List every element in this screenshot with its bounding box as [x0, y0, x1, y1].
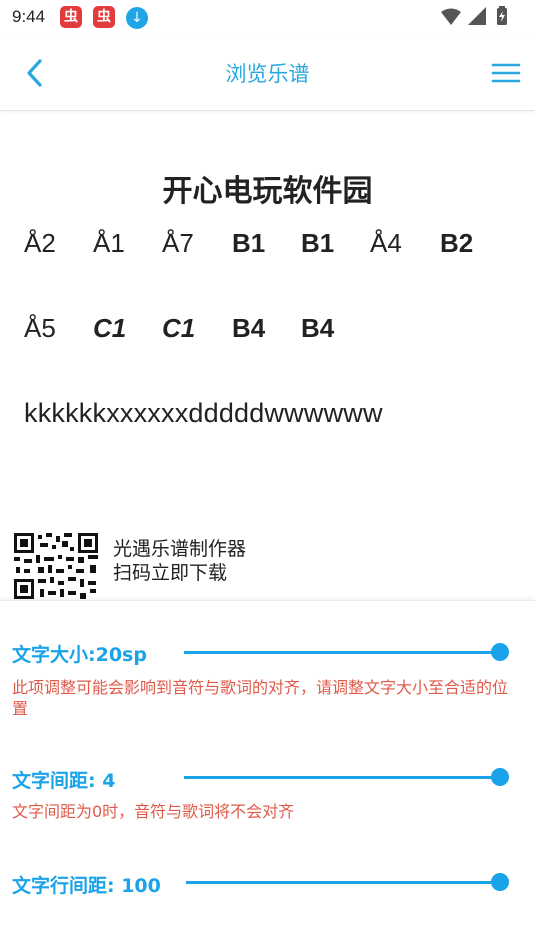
font-size-slider[interactable] — [184, 642, 509, 662]
line-spacing-slider[interactable] — [186, 872, 509, 892]
char-spacing-slider[interactable] — [184, 767, 509, 787]
note: Å2 — [24, 228, 56, 258]
line-spacing-label: 文字行间距: 100 — [12, 875, 161, 897]
slider-track — [184, 651, 507, 654]
app-notification-icon: 虫 — [93, 6, 115, 28]
note: C1 — [162, 313, 196, 343]
wifi-icon — [441, 8, 461, 25]
slider-thumb[interactable] — [491, 643, 509, 661]
app-bar: 浏览乐谱 — [0, 36, 535, 111]
qr-code-image — [14, 533, 98, 599]
note: B1 — [301, 228, 335, 258]
status-bar: 9:44 虫 虫 ↓ — [0, 0, 535, 36]
char-spacing-label: 文字间距: 4 — [12, 770, 116, 792]
sheet-title: 开心电玩软件园 — [162, 174, 373, 209]
note: B1 — [232, 228, 266, 258]
note: C1 — [93, 313, 127, 343]
signal-icon — [468, 7, 486, 25]
promo-app-name: 光遇乐谱制作器 — [113, 538, 247, 560]
note: Å5 — [24, 313, 56, 343]
slider-track — [184, 776, 507, 779]
note: Å7 — [162, 228, 194, 258]
char-spacing-warning: 文字间距为0时，音符与歌词将不会对齐 — [12, 802, 295, 821]
settings-panel: 文字大小:20sp 此项调整可能会影响到音符与歌词的对齐，请调整文字大小至合适的… — [0, 600, 535, 952]
note: Å1 — [93, 228, 125, 258]
note: B4 — [301, 313, 335, 343]
slider-thumb[interactable] — [491, 873, 509, 891]
font-size-label: 文字大小:20sp — [12, 644, 147, 666]
status-time: 9:44 — [12, 7, 46, 26]
promo-cta: 扫码立即下载 — [113, 562, 228, 584]
slider-thumb[interactable] — [491, 768, 509, 786]
note: B2 — [440, 228, 474, 258]
note: B4 — [232, 313, 266, 343]
slider-track — [186, 881, 507, 884]
hamburger-menu-icon — [491, 63, 521, 83]
page-title: 浏览乐谱 — [225, 62, 310, 86]
note: Å4 — [370, 228, 402, 258]
font-size-warning: 此项调整可能会影响到音符与歌词的对齐，请调整文字大小至合适的位置 — [12, 678, 509, 718]
system-status-icons — [441, 6, 507, 25]
app-notification-icon: 虫 — [60, 6, 82, 28]
download-icon: ↓ — [126, 7, 148, 29]
lyric-line: kkkkkkxxxxxxdddddwwwwww — [24, 398, 383, 428]
menu-button[interactable] — [491, 60, 521, 86]
